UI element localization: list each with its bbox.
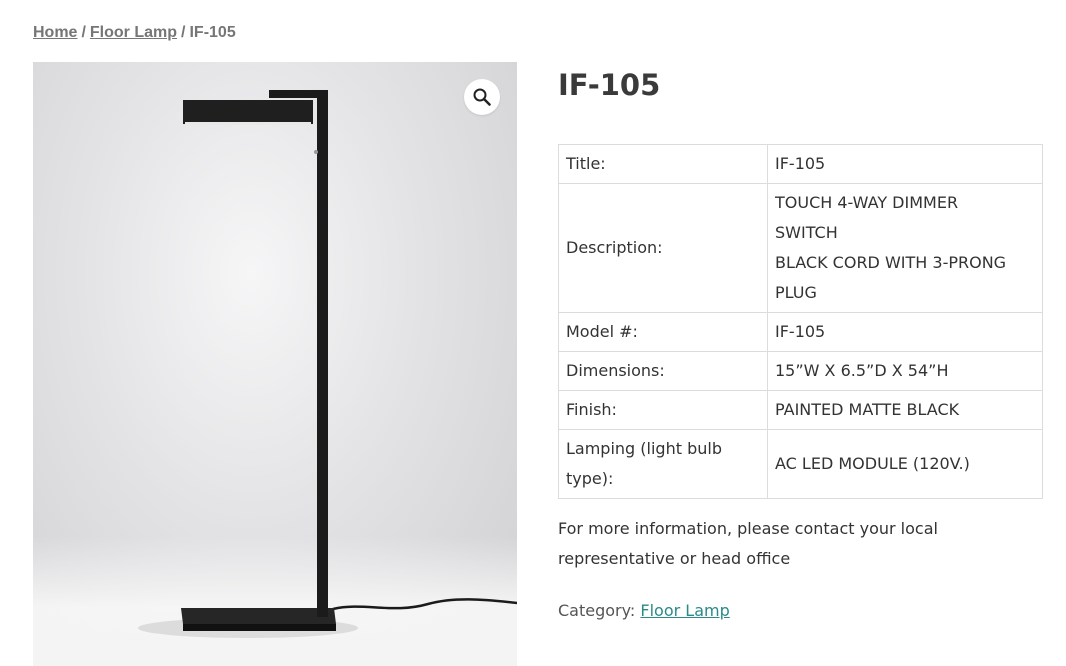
spec-value: IF-105 [767,144,1043,184]
category-link[interactable]: Floor Lamp [640,601,729,620]
lamp-switch [314,150,318,154]
category-label: Category: [558,601,636,620]
spec-label: Description: [558,183,768,313]
breadcrumb-category-link[interactable]: Floor Lamp [90,24,177,41]
spec-label: Model #: [558,312,768,352]
lamp-arm [269,90,328,98]
spec-value-line: PLUG [775,283,817,302]
spec-value: TOUCH 4-WAY DIMMER SWITCH BLACK CORD WIT… [767,183,1043,313]
lamp-led-strip [185,122,311,125]
product-title: IF-105 [558,68,661,102]
spec-row-finish: Finish: PAINTED MATTE BLACK [558,390,1043,430]
lamp-head [183,100,313,124]
product-category: Category: Floor Lamp [558,601,730,620]
contact-info-line: For more information, please contact you… [558,519,938,538]
breadcrumb-current: IF-105 [189,24,236,41]
contact-info: For more information, please contact you… [558,514,978,574]
spec-table: Title: IF-105 Description: TOUCH 4-WAY D… [558,144,1043,499]
spec-value-line: BLACK CORD WITH 3-PRONG [775,253,1007,272]
contact-info-line: representative or head office [558,549,791,568]
product-image[interactable] [33,62,517,666]
spec-label: Finish: [558,390,768,430]
spec-value: 15”W X 6.5”D X 54”H [767,351,1043,391]
spec-row-title: Title: IF-105 [558,144,1043,184]
breadcrumb-separator: / [181,24,186,41]
spec-label: Lamping (light bulb type): [558,429,768,499]
spec-value-line: SWITCH [775,223,838,242]
spec-row-dimensions: Dimensions: 15”W X 6.5”D X 54”H [558,351,1043,391]
product-gallery[interactable] [33,62,517,666]
spec-value: IF-105 [767,312,1043,352]
lamp-base-top [181,608,336,624]
spec-label: Dimensions: [558,351,768,391]
lamp-cord [332,598,517,611]
magnifier-icon [473,88,491,106]
spec-row-lamping: Lamping (light bulb type): AC LED MODULE… [558,429,1043,499]
breadcrumb-separator: / [81,24,86,41]
spec-row-description: Description: TOUCH 4-WAY DIMMER SWITCH B… [558,183,1043,313]
lamp-pole [317,90,328,617]
spec-label-line: type): [566,469,614,488]
breadcrumb-home-link[interactable]: Home [33,24,77,41]
spec-row-model: Model #: IF-105 [558,312,1043,352]
spec-value: PAINTED MATTE BLACK [767,390,1043,430]
spec-label: Title: [558,144,768,184]
zoom-button[interactable] [464,79,500,115]
spec-label-line: Lamping (light bulb [566,439,722,458]
spec-value-line: TOUCH 4-WAY DIMMER [775,193,959,212]
breadcrumb: Home / Floor Lamp / IF-105 [33,24,236,42]
lamp-base-edge [183,624,336,631]
spec-value: AC LED MODULE (120V.) [767,429,1043,499]
